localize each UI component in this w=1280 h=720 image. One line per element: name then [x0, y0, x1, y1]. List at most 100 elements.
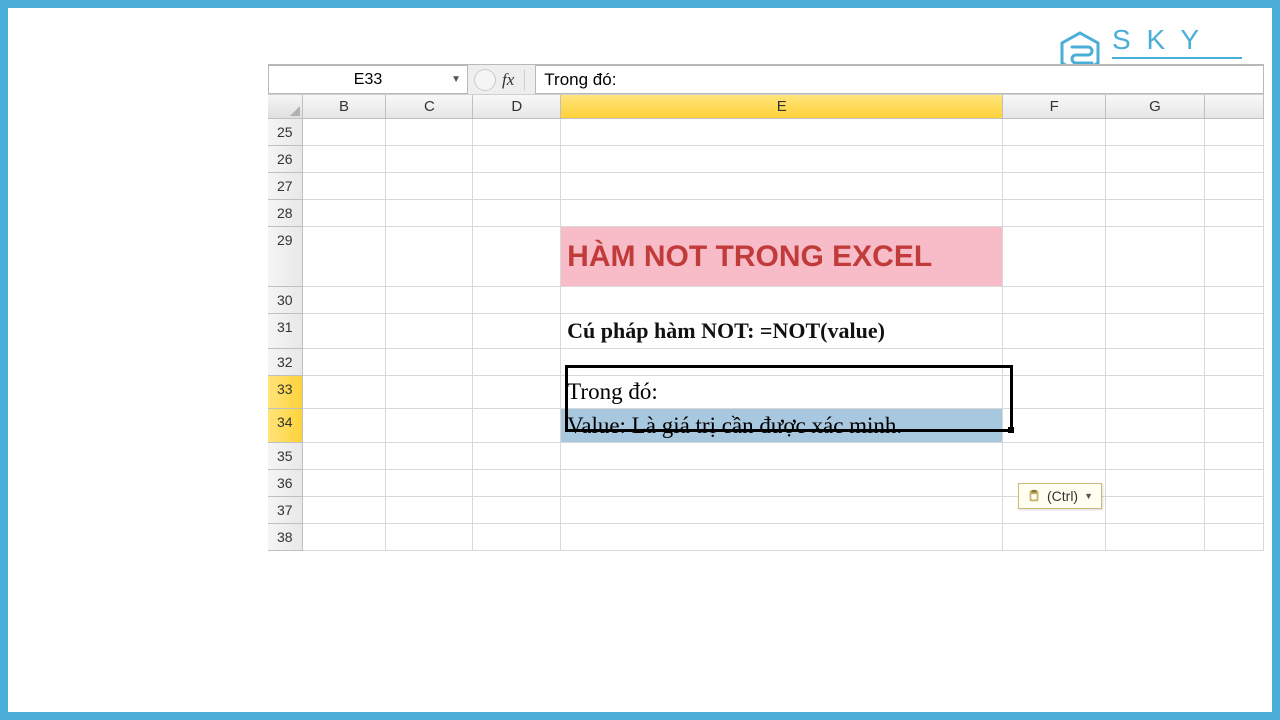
- cell-36[interactable]: [1205, 470, 1264, 497]
- col-header-extra[interactable]: [1205, 95, 1264, 118]
- row-header-29[interactable]: 29: [268, 227, 303, 287]
- cell-C30[interactable]: [386, 287, 473, 314]
- cell-E25[interactable]: [561, 119, 1003, 146]
- row-header-36[interactable]: 36: [268, 470, 303, 497]
- cell-G34[interactable]: [1106, 409, 1205, 443]
- cell-C34[interactable]: [386, 409, 473, 443]
- cell-G26[interactable]: [1106, 146, 1205, 173]
- cell-C32[interactable]: [386, 349, 473, 376]
- cell-B30[interactable]: [303, 287, 387, 314]
- cell-G32[interactable]: [1106, 349, 1205, 376]
- cell-B28[interactable]: [303, 200, 387, 227]
- cell-G36[interactable]: [1106, 470, 1205, 497]
- cell-E29[interactable]: HÀM NOT TRONG EXCEL: [561, 227, 1003, 287]
- cell-G25[interactable]: [1106, 119, 1205, 146]
- cell-B27[interactable]: [303, 173, 387, 200]
- cell-F33[interactable]: [1003, 376, 1106, 409]
- cell-F32[interactable]: [1003, 349, 1106, 376]
- cell-E36[interactable]: [561, 470, 1003, 497]
- cell-E34[interactable]: Value: Là giá trị cần được xác minh.: [561, 409, 1003, 443]
- cell-C36[interactable]: [386, 470, 473, 497]
- chevron-down-icon[interactable]: ▼: [451, 74, 461, 85]
- cell-D27[interactable]: [473, 173, 561, 200]
- cell-E38[interactable]: [561, 524, 1003, 551]
- cell-B31[interactable]: [303, 314, 387, 349]
- cell-E32[interactable]: [561, 349, 1003, 376]
- cell-D38[interactable]: [473, 524, 561, 551]
- cell-D31[interactable]: [473, 314, 561, 349]
- cell-37[interactable]: [1205, 497, 1264, 524]
- cell-G37[interactable]: [1106, 497, 1205, 524]
- cell-34[interactable]: [1205, 409, 1264, 443]
- row-header-30[interactable]: 30: [268, 287, 303, 314]
- cell-G30[interactable]: [1106, 287, 1205, 314]
- formula-input[interactable]: Trong đó:: [535, 65, 1264, 94]
- cell-F27[interactable]: [1003, 173, 1106, 200]
- cell-F30[interactable]: [1003, 287, 1106, 314]
- cell-B26[interactable]: [303, 146, 387, 173]
- cell-E26[interactable]: [561, 146, 1003, 173]
- col-header-G[interactable]: G: [1106, 95, 1205, 118]
- cell-D36[interactable]: [473, 470, 561, 497]
- cell-G38[interactable]: [1106, 524, 1205, 551]
- cell-B32[interactable]: [303, 349, 387, 376]
- cell-B38[interactable]: [303, 524, 387, 551]
- cell-G35[interactable]: [1106, 443, 1205, 470]
- cell-30[interactable]: [1205, 287, 1264, 314]
- cell-D28[interactable]: [473, 200, 561, 227]
- cell-D37[interactable]: [473, 497, 561, 524]
- name-box[interactable]: E33 ▼: [268, 65, 468, 94]
- cell-E28[interactable]: [561, 200, 1003, 227]
- col-header-E[interactable]: E: [561, 95, 1003, 118]
- paste-options-button[interactable]: (Ctrl) ▼: [1018, 483, 1102, 509]
- cell-F31[interactable]: [1003, 314, 1106, 349]
- cell-F25[interactable]: [1003, 119, 1106, 146]
- cell-35[interactable]: [1205, 443, 1264, 470]
- col-header-B[interactable]: B: [303, 95, 387, 118]
- col-header-C[interactable]: C: [386, 95, 473, 118]
- cell-G28[interactable]: [1106, 200, 1205, 227]
- row-header-27[interactable]: 27: [268, 173, 303, 200]
- cell-D30[interactable]: [473, 287, 561, 314]
- cell-D35[interactable]: [473, 443, 561, 470]
- cell-F38[interactable]: [1003, 524, 1106, 551]
- cell-B25[interactable]: [303, 119, 387, 146]
- cell-F29[interactable]: [1003, 227, 1106, 287]
- cell-C35[interactable]: [386, 443, 473, 470]
- cell-F34[interactable]: [1003, 409, 1106, 443]
- cell-C26[interactable]: [386, 146, 473, 173]
- cell-C28[interactable]: [386, 200, 473, 227]
- row-header-25[interactable]: 25: [268, 119, 303, 146]
- cell-C25[interactable]: [386, 119, 473, 146]
- cell-F26[interactable]: [1003, 146, 1106, 173]
- cell-27[interactable]: [1205, 173, 1264, 200]
- row-header-37[interactable]: 37: [268, 497, 303, 524]
- cell-D25[interactable]: [473, 119, 561, 146]
- cell-D26[interactable]: [473, 146, 561, 173]
- cell-B36[interactable]: [303, 470, 387, 497]
- cell-C29[interactable]: [386, 227, 473, 287]
- cell-29[interactable]: [1205, 227, 1264, 287]
- cell-C27[interactable]: [386, 173, 473, 200]
- cell-E33[interactable]: Trong đó:: [561, 376, 1003, 409]
- cell-E30[interactable]: [561, 287, 1003, 314]
- cell-B35[interactable]: [303, 443, 387, 470]
- cell-C33[interactable]: [386, 376, 473, 409]
- cell-F28[interactable]: [1003, 200, 1106, 227]
- cell-D29[interactable]: [473, 227, 561, 287]
- col-header-D[interactable]: D: [473, 95, 561, 118]
- cell-B34[interactable]: [303, 409, 387, 443]
- row-header-31[interactable]: 31: [268, 314, 303, 349]
- row-header-34[interactable]: 34: [268, 409, 303, 443]
- cell-E37[interactable]: [561, 497, 1003, 524]
- cell-D34[interactable]: [473, 409, 561, 443]
- row-header-32[interactable]: 32: [268, 349, 303, 376]
- cell-B29[interactable]: [303, 227, 387, 287]
- row-header-35[interactable]: 35: [268, 443, 303, 470]
- cell-B33[interactable]: [303, 376, 387, 409]
- cell-38[interactable]: [1205, 524, 1264, 551]
- row-header-38[interactable]: 38: [268, 524, 303, 551]
- cell-D33[interactable]: [473, 376, 561, 409]
- cell-32[interactable]: [1205, 349, 1264, 376]
- cell-F35[interactable]: [1003, 443, 1106, 470]
